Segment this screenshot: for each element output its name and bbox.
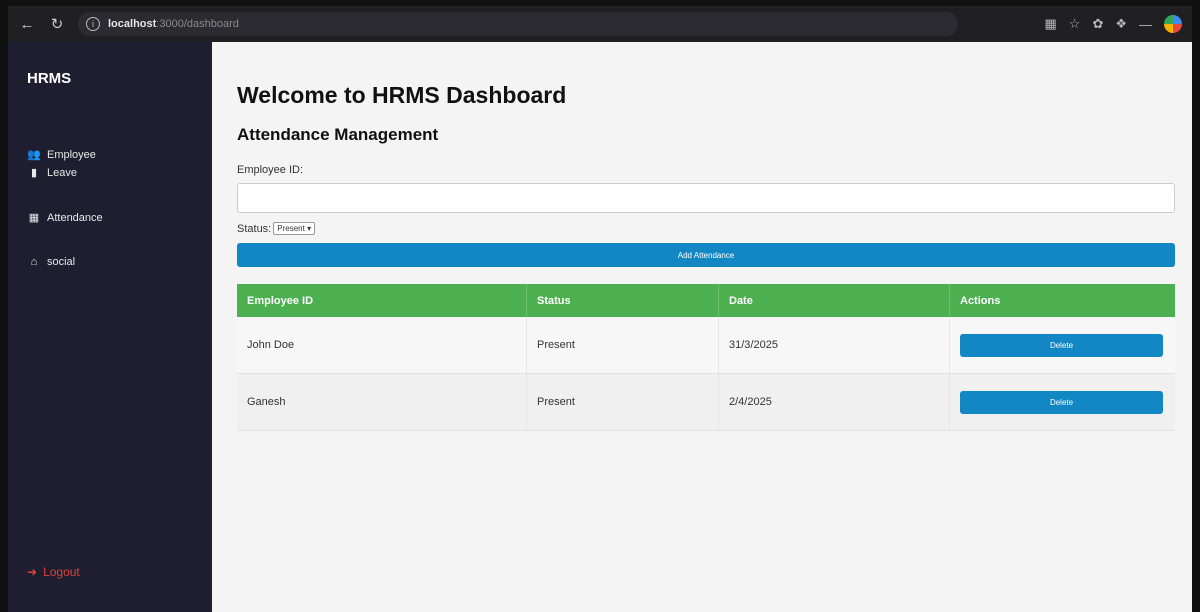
status-cell: Present [527, 374, 719, 430]
header-date: Date [719, 284, 950, 317]
status-label: Status: [237, 222, 272, 235]
status-row: Status: Present ▾ [237, 222, 316, 235]
employee-cell: Ganesh [237, 374, 527, 430]
add-attendance-button[interactable]: Add Attendance [237, 243, 1175, 267]
sidebar: HRMS 👥 Employee ▮ Leave ▦ Attendance ⌂ s… [8, 42, 212, 612]
sidebar-item-label: Leave [47, 166, 77, 179]
sidebar-item-label: Employee [47, 148, 96, 161]
star-icon[interactable]: ☆ [1069, 16, 1081, 32]
section-title: Attendance Management [237, 125, 439, 144]
sidebar-item-employee[interactable]: 👥 Employee [27, 148, 96, 162]
collections-icon[interactable]: ❖ [1115, 16, 1127, 32]
status-select[interactable]: Present ▾ [273, 222, 316, 235]
employee-id-input[interactable] [237, 183, 1175, 213]
date-cell: 2/4/2025 [719, 374, 950, 430]
table-header: Employee ID Status Date Actions [237, 284, 1175, 317]
browser-toolbar: ← ↻ i localhost :3000/dashboard ▦ ☆ ✿ ❖ … [8, 6, 1192, 42]
profile-icon[interactable] [1164, 15, 1182, 33]
date-cell: 31/3/2025 [719, 317, 950, 373]
sidebar-item-label: Attendance [47, 211, 103, 224]
table-row: Ganesh Present 2/4/2025 Delete [237, 374, 1175, 431]
back-icon[interactable]: ← [16, 13, 38, 35]
calendar-icon: ▦ [28, 212, 40, 224]
employee-cell: John Doe [237, 317, 527, 373]
delete-button[interactable]: Delete [960, 333, 1163, 357]
url-host: localhost [108, 18, 157, 30]
attendance-table: Employee ID Status Date Actions John Doe… [237, 284, 1175, 431]
users-icon: 👥 [27, 149, 41, 161]
logout-label: Logout [43, 565, 80, 579]
delete-button[interactable]: Delete [960, 390, 1163, 414]
minimize-icon[interactable]: — [1139, 17, 1152, 32]
sidebar-item-attendance[interactable]: ▦ Attendance [27, 211, 103, 225]
reload-icon[interactable]: ↻ [46, 13, 68, 35]
chevron-down-icon: ▾ [307, 224, 312, 233]
sidebar-item-leave-row[interactable]: ▮ Leave [27, 166, 77, 180]
table-row: John Doe Present 31/3/2025 Delete [237, 317, 1175, 374]
page-title: Welcome to HRMS Dashboard [237, 82, 567, 108]
employee-id-label: Employee ID: [237, 164, 304, 176]
extensions-icon[interactable]: ▦ [1044, 16, 1056, 32]
header-actions: Actions [960, 294, 1001, 307]
header-status: Status [527, 284, 719, 317]
puzzle-icon[interactable]: ✿ [1092, 16, 1103, 32]
main-content: Welcome to HRMS Dashboard Attendance Man… [212, 42, 1192, 612]
home-icon: ⌂ [30, 256, 38, 268]
logout-icon: ➜ [27, 565, 38, 579]
sidebar-item-social[interactable]: ⌂ social [27, 256, 75, 268]
header-employee-id: Employee ID [237, 284, 527, 317]
actions-cell: Delete [950, 317, 1175, 373]
info-icon[interactable]: i [86, 17, 100, 31]
brand-title: HRMS [27, 70, 72, 87]
status-select-value: Present [277, 224, 305, 233]
clipboard-icon: ▮ [30, 167, 38, 179]
address-bar[interactable]: i localhost :3000/dashboard [78, 12, 958, 36]
logout-button[interactable]: ➜ Logout [27, 565, 80, 579]
status-cell: Present [527, 317, 719, 373]
sidebar-item-label: social [47, 256, 76, 268]
url-path: :3000/dashboard [156, 18, 239, 30]
actions-cell: Delete [950, 374, 1175, 430]
